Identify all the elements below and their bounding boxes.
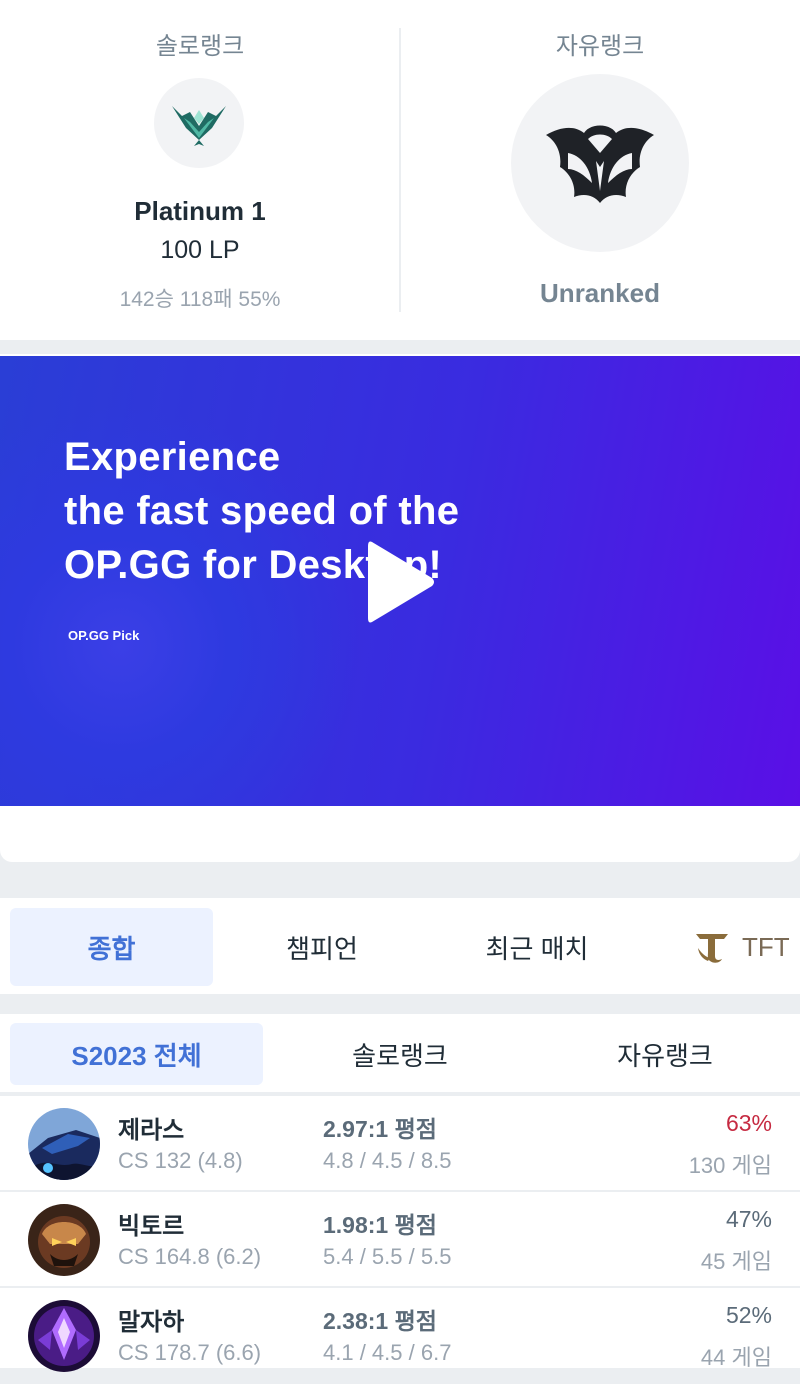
tab-tft-label: TFT (742, 931, 790, 962)
profile-tabs: 종합 챔피언 최근 매치 TFT (0, 898, 800, 994)
ad-tag: OP.GG Pick (68, 628, 140, 643)
champion-kda-ratio: 2.97:1 평점 (323, 1116, 437, 1142)
platinum-emblem-icon (154, 78, 244, 168)
tab-tft[interactable]: TFT (694, 908, 800, 986)
tab-recent-matches[interactable]: 최근 매치 (432, 908, 642, 986)
solo-queue-label: 솔로랭크 (155, 33, 245, 60)
champion-winrate: 52% (725, 1302, 772, 1328)
filter-flex-rank[interactable]: 자유랭크 (540, 1023, 790, 1085)
list-item[interactable]: 제라스 CS 132 (4.8) 2.97:1 평점 4.8 / 4.5 / 8… (0, 1096, 800, 1192)
champion-kda-detail: 4.1 / 4.5 / 6.7 (323, 1340, 452, 1365)
champion-cs: CS 178.7 (6.6) (118, 1340, 262, 1365)
solo-rank-panel[interactable]: 솔로랭크 Platinum 1 100 LP 142승 118패 55% (0, 0, 400, 340)
champion-cs: CS 164.8 (6.2) (118, 1244, 262, 1269)
solo-lp: 100 LP (160, 236, 240, 264)
champion-kda-detail: 4.8 / 4.5 / 8.5 (323, 1148, 452, 1173)
rank-summary-card: 솔로랭크 Platinum 1 100 LP 142승 118패 55% 자유랭… (0, 0, 800, 340)
opgg-desktop-video-banner[interactable]: Experience the fast speed of the OP.GG f… (0, 356, 800, 806)
champion-kda-ratio: 2.38:1 평점 (323, 1308, 437, 1334)
ad-headline-line: the fast speed of the (64, 489, 460, 533)
champion-games: 130 게임 (688, 1153, 772, 1178)
champion-games: 44 게임 (700, 1345, 772, 1370)
flex-tier: Unranked (540, 278, 660, 308)
queue-filter: S2023 전체 솔로랭크 자유랭크 (0, 1014, 800, 1094)
champion-kda-detail: 5.4 / 5.5 / 5.5 (323, 1244, 452, 1269)
list-item[interactable]: 말자하 CS 178.7 (6.6) 2.38:1 평점 4.1 / 4.5 /… (0, 1288, 800, 1384)
ad-card: Experience the fast speed of the OP.GG f… (0, 354, 800, 862)
tft-logo-icon (696, 934, 728, 963)
champion-winrate: 47% (725, 1206, 772, 1232)
champion-winrate: 63% (725, 1110, 772, 1136)
solo-record: 142승 118패 55% (119, 288, 281, 311)
champion-cs: CS 132 (4.8) (118, 1148, 243, 1173)
champion-name: 제라스 (118, 1117, 185, 1144)
tab-overview[interactable]: 종합 (10, 908, 213, 986)
champion-games: 45 게임 (700, 1249, 772, 1274)
champion-avatar (28, 1300, 100, 1372)
champion-avatar (28, 1204, 100, 1276)
flex-queue-label: 자유랭크 (555, 33, 645, 60)
filter-solo-rank[interactable]: 솔로랭크 (280, 1023, 520, 1085)
champion-kda-ratio: 1.98:1 평점 (323, 1212, 437, 1238)
tab-champions[interactable]: 챔피언 (222, 908, 422, 986)
solo-tier: Platinum 1 (134, 196, 266, 226)
ad-headline-line: Experience (64, 435, 281, 479)
champion-avatar (28, 1108, 100, 1180)
unranked-emblem-icon (511, 74, 689, 252)
champion-stats-list: 제라스 CS 132 (4.8) 2.97:1 평점 4.8 / 4.5 / 8… (0, 1096, 800, 1372)
champion-name: 빅토르 (118, 1213, 185, 1240)
champion-name: 말자하 (118, 1309, 185, 1336)
play-icon[interactable] (364, 536, 436, 628)
flex-rank-panel[interactable]: 자유랭크 Unranked (400, 0, 800, 340)
list-item[interactable]: 빅토르 CS 164.8 (6.2) 1.98:1 평점 5.4 / 5.5 /… (0, 1192, 800, 1288)
filter-season-all[interactable]: S2023 전체 (10, 1023, 263, 1085)
